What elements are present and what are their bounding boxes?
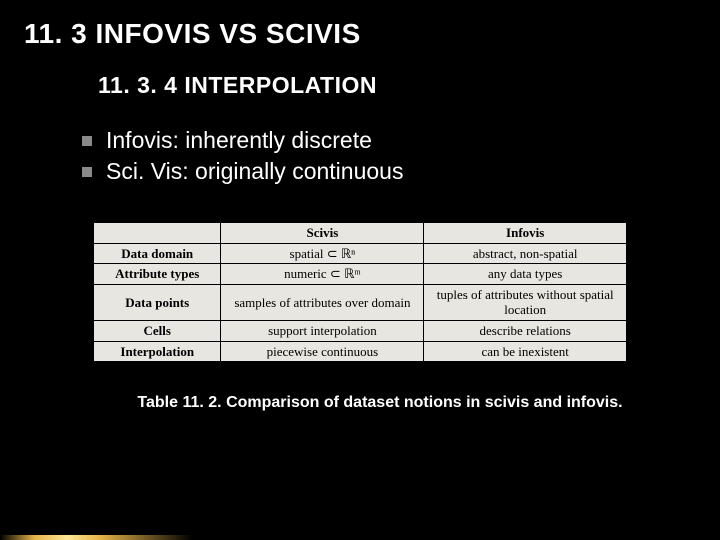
table-cell: piecewise continuous	[221, 341, 424, 362]
slide: 11. 3 INFOVIS VS SCIVIS 11. 3. 4 INTERPO…	[0, 0, 720, 540]
table-cell: tuples of attributes without spatial loc…	[424, 284, 627, 320]
table-row: Cells support interpolation describe rel…	[94, 321, 627, 342]
table-row-label: Cells	[94, 321, 221, 342]
table-cell: any data types	[424, 264, 627, 285]
table-cell: describe relations	[424, 321, 627, 342]
slide-subtitle: 11. 3. 4 INTERPOLATION	[0, 72, 720, 99]
table-cell: samples of attributes over domain	[221, 284, 424, 320]
table-header-row: Scivis Infovis	[94, 223, 627, 244]
table-header-cell: Scivis	[221, 223, 424, 244]
slide-title: 11. 3 INFOVIS VS SCIVIS	[0, 18, 720, 50]
bullet-item: Sci. Vis: originally continuous	[82, 156, 720, 187]
accent-bar	[0, 535, 192, 540]
bullet-square-icon	[82, 167, 92, 177]
table-header-cell: Infovis	[424, 223, 627, 244]
bullet-square-icon	[82, 136, 92, 146]
table-header-cell	[94, 223, 221, 244]
table-row-label: Data points	[94, 284, 221, 320]
table-row: Data points samples of attributes over d…	[94, 284, 627, 320]
table-row: Interpolation piecewise continuous can b…	[94, 341, 627, 362]
table-cell: can be inexistent	[424, 341, 627, 362]
table-row: Attribute types numeric ⊂ ℝᵐ any data ty…	[94, 264, 627, 285]
table-cell: support interpolation	[221, 321, 424, 342]
table-row-label: Attribute types	[94, 264, 221, 285]
table-cell: numeric ⊂ ℝᵐ	[221, 264, 424, 285]
table-caption: Table 11. 2. Comparison of dataset notio…	[0, 393, 720, 414]
table-row-label: Interpolation	[94, 341, 221, 362]
bullet-item: Infovis: inherently discrete	[82, 125, 720, 156]
table-row-label: Data domain	[94, 243, 221, 264]
bullet-list: Infovis: inherently discrete Sci. Vis: o…	[0, 125, 720, 187]
table-cell: abstract, non-spatial	[424, 243, 627, 264]
table-row: Data domain spatial ⊂ ℝⁿ abstract, non-s…	[94, 243, 627, 264]
comparison-table: Scivis Infovis Data domain spatial ⊂ ℝⁿ …	[92, 221, 628, 363]
bullet-text: Infovis: inherently discrete	[106, 125, 372, 156]
table-cell: spatial ⊂ ℝⁿ	[221, 243, 424, 264]
bullet-text: Sci. Vis: originally continuous	[106, 156, 403, 187]
